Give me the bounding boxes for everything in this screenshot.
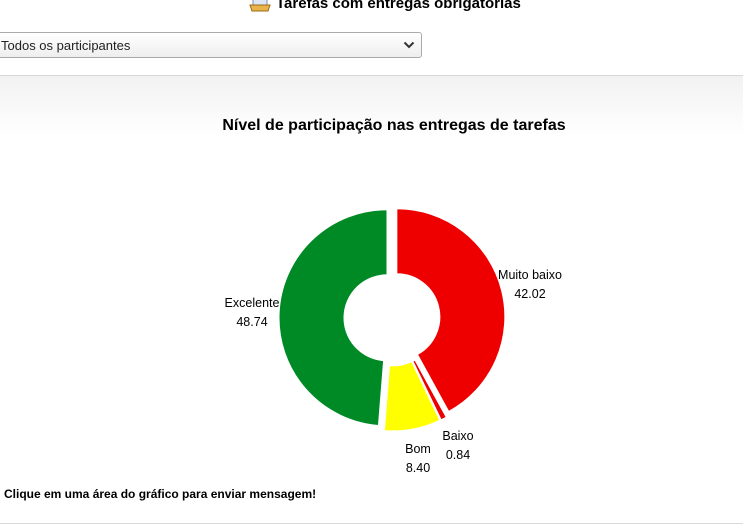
participation-donut-chart: Muito baixo 42.02 Baixo 0.84 Bom 8.40 Excelent…	[225, 208, 562, 475]
slice-excelente[interactable]	[278, 209, 388, 427]
slice-label: Baixo	[442, 429, 473, 443]
slice-value-label: 42.02	[514, 287, 545, 301]
slice-value-label: 48.74	[236, 315, 267, 329]
slice-label: Muito baixo	[498, 268, 562, 282]
slice-value-label: 0.84	[446, 448, 470, 462]
slice-value-label: 8.40	[406, 461, 430, 475]
chart-instruction: Clique em uma área do gráfico para envia…	[4, 487, 317, 501]
slice-label: Excelente	[225, 296, 280, 310]
slice-label: Bom	[405, 442, 431, 456]
